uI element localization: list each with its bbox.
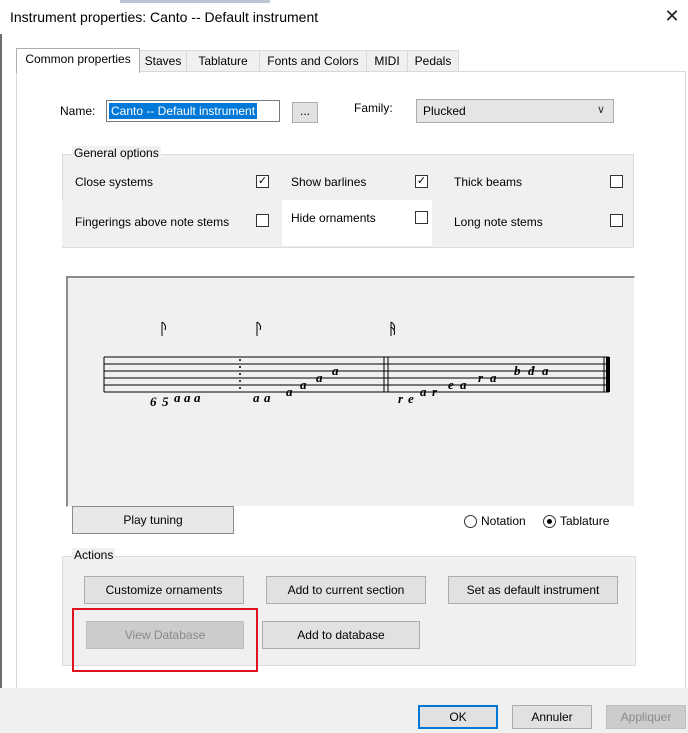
dialog-footer: OK Annuler Appliquer [0,688,688,733]
tab-letter: a [460,377,467,392]
name-input[interactable]: Canto -- Default instrument [106,100,280,122]
taskbar-strip [120,0,270,3]
tab-fonts-and-colors[interactable]: Fonts and Colors [259,50,367,71]
tab-common-properties[interactable]: Common properties [16,48,140,73]
family-label: Family: [354,101,393,115]
tab-letter: a [184,390,191,405]
radio-selected-dot [547,519,552,524]
name-input-value: Canto -- Default instrument [109,103,258,119]
apply-button[interactable]: Appliquer [606,705,686,729]
actions-title: Actions [72,548,116,562]
tab-letter: a [420,384,427,399]
set-default-instrument-button[interactable]: Set as default instrument [448,576,618,604]
notation-radio-label: Notation [481,514,526,528]
tab-staves[interactable]: Staves [139,50,187,71]
tab-pedals[interactable]: Pedals [407,50,459,71]
tab-letter: b [514,363,521,378]
check-icon: ✓ [416,175,427,187]
cancel-button[interactable]: Annuler [512,705,592,729]
tab-tablature[interactable]: Tablature [186,50,260,71]
tab-letter: r [398,391,404,406]
title-bar: Instrument properties: Canto -- Default … [0,0,688,34]
tab-number-5: 5 [162,394,169,409]
tab-letter: e [448,377,454,392]
close-icon[interactable]: ✕ [662,6,682,26]
show-barlines-checkbox[interactable]: ✓ [415,175,428,188]
hide-ornaments-checkbox[interactable] [415,211,428,224]
window-edge [0,34,2,733]
tab-letter: a [332,363,339,378]
play-tuning-button[interactable]: Play tuning [72,506,234,534]
tab-letter: e [408,391,414,406]
hide-ornaments-label: Hide ornaments [291,211,376,225]
tab-letter: a [264,390,271,405]
name-label: Name: [60,104,96,118]
general-options-title: General options [72,146,161,160]
tab-letter: a [174,390,181,405]
add-to-current-section-button[interactable]: Add to current section [266,576,426,604]
tab-letter: a [490,370,497,385]
tab-midi[interactable]: MIDI [366,50,408,71]
tab-letter: a [194,390,201,405]
tab-letter: a [253,390,260,405]
family-select-value: Plucked [423,104,466,118]
check-icon: ✓ [257,175,268,187]
tablature-preview: 6 5 a a a a a a a a a r e a r e a r a b … [66,276,635,507]
family-select[interactable]: Plucked ∨ [416,99,614,123]
show-barlines-label: Show barlines [291,175,367,189]
tab-letter: a [286,384,293,399]
tablature-radio[interactable] [543,515,556,528]
window-title: Instrument properties: Canto -- Default … [10,9,319,25]
tab-letter: a [300,377,307,392]
tab-letter: a [542,363,549,378]
ellipsis-button[interactable]: ... [292,102,318,123]
customize-ornaments-button[interactable]: Customize ornaments [84,576,244,604]
fingerings-checkbox[interactable] [256,214,269,227]
ok-button[interactable]: OK [418,705,498,729]
highlight-box [72,608,258,672]
thick-beams-label: Thick beams [454,175,523,189]
long-note-stems-checkbox[interactable] [610,214,623,227]
tablature-radio-label: Tablature [560,514,610,528]
fingerings-label: Fingerings above note stems [75,215,230,229]
add-to-database-button[interactable]: Add to database [262,621,420,649]
close-systems-checkbox[interactable]: ✓ [256,175,269,188]
long-note-stems-label: Long note stems [454,215,543,229]
notation-radio[interactable] [464,515,477,528]
chevron-down-icon: ∨ [596,104,605,116]
tab-letter: a [316,370,323,385]
tab-number-6: 6 [150,394,157,409]
close-systems-label: Close systems [75,175,154,189]
thick-beams-checkbox[interactable] [610,175,623,188]
tablature-staff: 6 5 a a a a a a a a a r e a r e a r a b … [103,321,610,409]
